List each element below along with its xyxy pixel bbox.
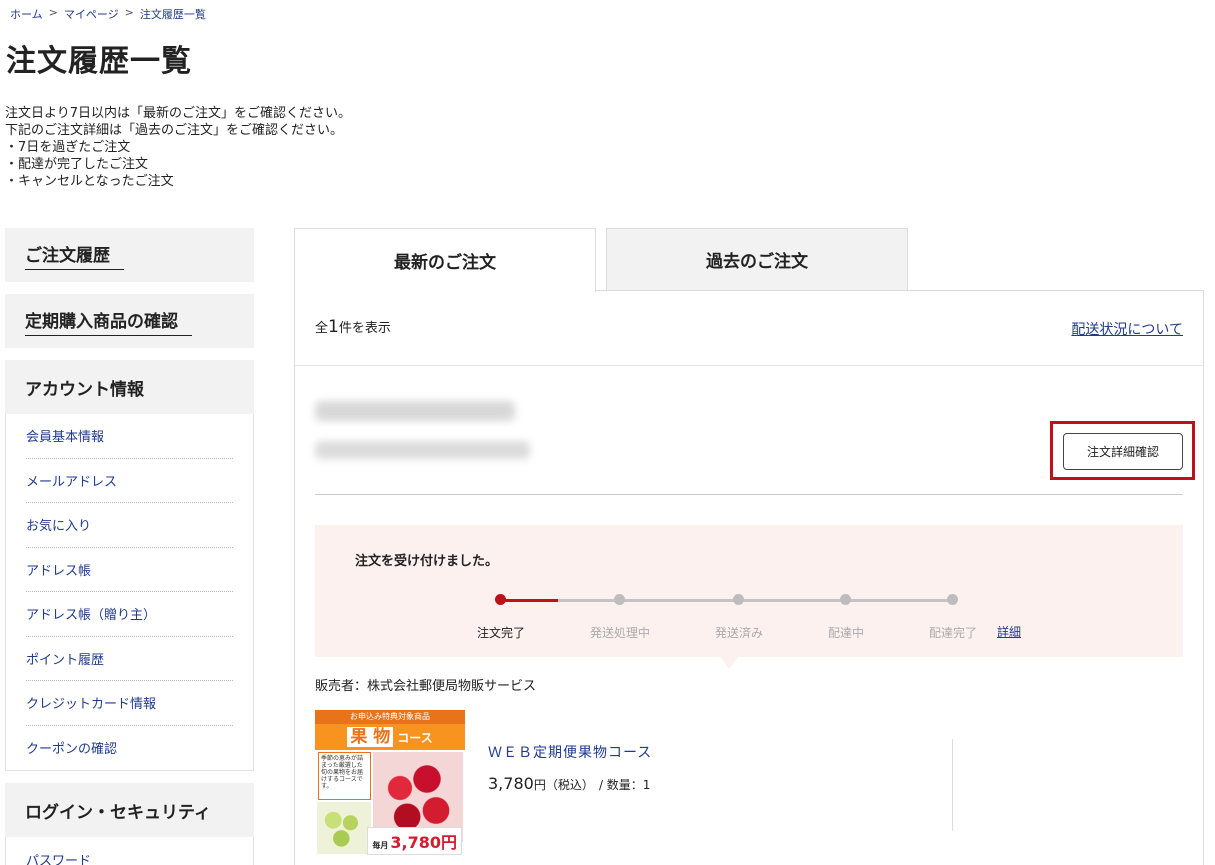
sidebar-item-sender-address-book[interactable]: アドレス帳（贈り主） <box>26 592 233 637</box>
breadcrumb: ホーム > マイページ > 注文履歴一覧 <box>10 6 206 22</box>
result-count-prefix: 全 <box>315 321 329 336</box>
notice-line: ・配達が完了したご注文 <box>5 157 149 172</box>
progress-track <box>500 599 952 602</box>
divider <box>315 494 1183 495</box>
product-price: 3,780円（税込） / 数量：1 <box>488 774 650 793</box>
product-image-subtitle: コース <box>397 730 433 745</box>
seller-name: 販売者：株式会社郵便局物販サービス <box>315 679 537 694</box>
step-dot-delivering <box>840 594 851 605</box>
sidebar-subscription-label: 定期購入商品の確認 <box>25 307 192 336</box>
sidebar-item-email[interactable]: メールアドレス <box>26 459 233 503</box>
product-quantity: / 数量：1 <box>598 778 651 792</box>
step-dot-delivered <box>947 594 958 605</box>
product-tax-label: （税込） <box>545 778 594 792</box>
order-panel: 全1件を表示 配送状況について 注文詳細確認 注文を受け付けました。 注文完了 … <box>294 290 1204 865</box>
status-caret <box>720 657 738 669</box>
sidebar-order-history-label: ご注文履歴 <box>25 241 124 270</box>
product-price-unit: 円 <box>533 778 546 792</box>
sidebar-account-section: アカウント情報 会員基本情報 メールアドレス お気に入り アドレス帳 アドレス帳… <box>5 360 254 771</box>
redacted-order-number <box>315 441 530 459</box>
sidebar-account-list: 会員基本情報 メールアドレス お気に入り アドレス帳 アドレス帳（贈り主） ポイ… <box>5 414 254 771</box>
product-image-title: 果 物 <box>347 727 394 747</box>
product-image[interactable]: お申込み特典対象商品 果 物 コース 季節の恵みが詰まった厳選した旬の果物をお届… <box>315 710 465 858</box>
detail-button-highlight: 注文詳細確認 <box>1050 421 1195 480</box>
product-image-description: 季節の恵みが詰まった厳選した旬の果物をお届けするコースです。 <box>318 752 371 800</box>
order-detail-button[interactable]: 注文詳細確認 <box>1063 433 1183 470</box>
step-dot-ordered <box>495 594 506 605</box>
breadcrumb-current: 注文履歴一覧 <box>139 8 206 21</box>
progress-track-done <box>500 599 558 602</box>
grape-image <box>317 802 371 854</box>
step-dot-shipped <box>733 594 744 605</box>
sidebar-order-history[interactable]: ご注文履歴 <box>5 228 254 282</box>
product-image-price-label: 毎月 <box>372 841 389 850</box>
sidebar-item-credit-card[interactable]: クレジットカード情報 <box>26 681 233 726</box>
sidebar-item-password[interactable]: パスワード <box>26 837 233 865</box>
product-image-price: 毎月 3,780円 <box>367 827 462 855</box>
sidebar-login-security-title: ログイン・セキュリティ <box>25 802 211 823</box>
shipping-status-link[interactable]: 配送状況について <box>1071 319 1183 339</box>
divider-vertical <box>952 739 953 831</box>
notice-line: ・7日を過ぎたご注文 <box>5 140 131 155</box>
result-count-number: 1 <box>328 317 339 337</box>
notice-line: ・キャンセルとなったご注文 <box>5 174 174 189</box>
sidebar-item-favorites[interactable]: お気に入り <box>26 503 233 548</box>
page-title: 注文履歴一覧 <box>6 44 192 79</box>
step-label-shipped: 発送済み <box>714 626 764 640</box>
tab-recent-orders[interactable]: 最新のご注文 <box>294 228 596 292</box>
notice-line: 注文日より7日以内は「最新のご注文」をご確認ください。 <box>5 106 352 121</box>
product-image-banner: お申込み特典対象商品 <box>315 710 465 724</box>
tab-past-orders[interactable]: 過去のご注文 <box>606 228 908 291</box>
sidebar-login-security-section: ログイン・セキュリティ パスワード <box>5 783 254 865</box>
order-tabs: 最新のご注文 過去のご注文 <box>294 228 908 292</box>
step-label-ordered: 注文完了 <box>476 626 526 640</box>
sidebar-login-security-list: パスワード <box>5 837 254 865</box>
result-count-suffix: 件を表示 <box>338 321 391 336</box>
breadcrumb-mypage[interactable]: マイページ <box>64 6 119 22</box>
sidebar-item-coupons[interactable]: クーポンの確認 <box>26 726 233 771</box>
status-detail-link[interactable]: 詳細 <box>997 623 1021 640</box>
step-label-delivered: 配達完了 <box>928 626 978 640</box>
breadcrumb-home[interactable]: ホーム <box>10 6 43 22</box>
sidebar-item-points[interactable]: ポイント履歴 <box>26 637 233 681</box>
result-count: 全1件を表示 <box>315 317 391 337</box>
breadcrumb-separator: > <box>124 6 134 19</box>
sidebar: ご注文履歴 定期購入商品の確認 アカウント情報 会員基本情報 メールアドレス お… <box>5 228 254 865</box>
sidebar-subscription[interactable]: 定期購入商品の確認 <box>5 294 254 348</box>
step-label-processing: 発送処理中 <box>589 626 651 640</box>
sidebar-item-member-info[interactable]: 会員基本情報 <box>26 414 233 459</box>
order-notice: 注文日より7日以内は「最新のご注文」をご確認ください。 下記のご注文詳細は「過去… <box>5 105 351 190</box>
product-name-link[interactable]: ＷＥＢ定期便果物コース <box>488 742 652 762</box>
product-price-value: 3,780 <box>488 774 534 793</box>
notice-line: 下記のご注文詳細は「過去のご注文」をご確認ください。 <box>5 123 344 138</box>
sidebar-account-title: アカウント情報 <box>25 379 144 400</box>
redacted-order-date <box>315 401 515 421</box>
sidebar-item-address-book[interactable]: アドレス帳 <box>26 548 233 592</box>
product-image-price-value: 3,780円 <box>390 833 457 852</box>
breadcrumb-separator: > <box>48 6 58 19</box>
order-status-box: 注文を受け付けました。 注文完了 発送処理中 発送済み 配達中 配達完了 詳細 <box>315 525 1183 657</box>
step-dot-processing <box>614 594 625 605</box>
order-status-message: 注文を受け付けました。 <box>355 554 499 569</box>
divider <box>295 365 1203 366</box>
step-label-delivering: 配達中 <box>827 626 865 640</box>
